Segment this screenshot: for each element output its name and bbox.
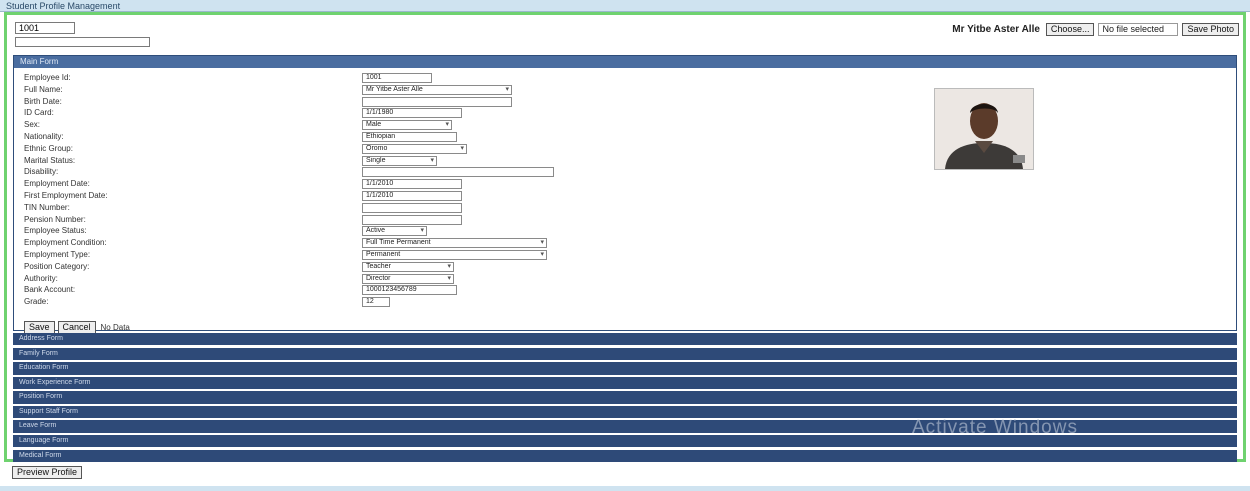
preview-profile-button[interactable]: Preview Profile [12,466,83,479]
field-label: Employee Status: [24,226,87,236]
field-select[interactable]: Teacher [362,261,454,272]
form-row: Birth Date: [24,96,584,108]
main-form-panel: Main Form Employee Id: 1001 Full Name: Mr Y… [13,55,1237,334]
field-input[interactable]: 12 [362,297,390,308]
field-label: Grade: [24,297,49,307]
taskbar-strip [0,486,1250,491]
section-header[interactable]: Medical Form [13,449,1237,463]
collapsed-sections: Address Form Family Form Education Form Wor… [13,333,1237,464]
field-input[interactable]: 1/1/1980 [362,108,462,119]
form-row: ID Card: 1/1/1980 [24,107,584,119]
field-select[interactable]: Active [362,226,427,237]
form-row: TIN Number: [24,202,584,214]
form-row: Disability: [24,166,584,178]
top-toolbar: Mr Yitbe Aster Alle Choose... No file se… [7,15,1243,47]
form-row: Nationality: Ethiopian [24,131,584,143]
field-select[interactable]: Oromo [362,143,467,154]
form-rows: Employee Id: 1001 Full Name: Mr Yitbe Aster… [24,72,584,308]
field-label: Position Category: [24,261,90,271]
field-select[interactable]: Male [362,120,452,131]
form-row: Grade: 12 [24,296,584,308]
app-frame: Mr Yitbe Aster Alle Choose... No file se… [4,12,1246,464]
field-input[interactable] [362,167,554,178]
form-row: Employee Status: Active [24,225,584,237]
field-input[interactable]: 1/1/2010 [362,190,462,201]
field-select[interactable]: Full Time Permanent [362,238,547,249]
status-note: No Data [100,323,130,332]
employee-search-input[interactable] [15,37,150,47]
field-input[interactable] [362,214,462,225]
form-row: Bank Account: 1000123456789 [24,284,584,296]
form-row: Sex: Male [24,119,584,131]
field-input[interactable]: Ethiopian [362,131,457,142]
field-label: Employment Condition: [24,238,107,248]
window-titlebar: Student Profile Management [0,0,1250,12]
field-label: Marital Status: [24,155,76,165]
field-label: Ethnic Group: [24,143,73,153]
form-row: First Employment Date: 1/1/2010 [24,190,584,202]
form-row: Ethnic Group: Oromo [24,143,584,155]
activate-windows-watermark: Activate Windows [912,417,1078,438]
field-select[interactable]: Director [362,273,454,284]
field-input[interactable] [362,202,462,213]
form-row: Authority: Director [24,273,584,285]
field-label: Authority: [24,273,58,283]
section-header[interactable]: Education Form [13,362,1237,375]
field-label: Bank Account: [24,285,76,295]
form-row: Employee Id: 1001 [24,72,584,84]
field-label: Sex: [24,120,41,130]
field-input[interactable]: 1000123456789 [362,285,457,296]
field-label: Nationality: [24,131,64,141]
field-label: TIN Number: [24,202,70,212]
field-label: ID Card: [24,108,54,118]
file-status-text: No file selected [1098,22,1179,36]
field-label: Employment Type: [24,249,91,259]
choose-file-button[interactable]: Choose... [1045,22,1095,36]
form-row: Employment Type: Permanent [24,249,584,261]
field-select[interactable]: Mr Yitbe Aster Alle [362,84,512,95]
employee-photo [934,88,1034,170]
form-row: Full Name: Mr Yitbe Aster Alle [24,84,584,96]
section-header[interactable]: Family Form [13,347,1237,360]
form-row: Employment Date: 1/1/2010 [24,178,584,190]
form-row: Pension Number: [24,214,584,226]
section-header[interactable]: Work Experience Form [13,376,1237,390]
field-label: First Employment Date: [24,190,108,200]
person-photo-icon [935,89,1033,169]
field-input[interactable]: 1001 [362,73,432,83]
current-user-name: Mr Yitbe Aster Alle [952,23,1040,35]
field-input[interactable] [362,96,512,107]
employee-id-input[interactable] [15,22,75,34]
field-label: Employee Id: [24,73,71,82]
field-label: Pension Number: [24,214,86,224]
form-row: Employment Condition: Full Time Permanent [24,237,584,249]
section-header[interactable]: Position Form [13,391,1237,404]
save-photo-button[interactable]: Save Photo [1182,22,1239,36]
form-row: Position Category: Teacher [24,261,584,273]
form-row: Marital Status: Single [24,155,584,167]
field-label: Full Name: [24,84,63,94]
main-form-header[interactable]: Main Form [14,56,1236,68]
field-select[interactable]: Permanent [362,249,547,260]
field-label: Employment Date: [24,179,90,189]
photo-upload: Mr Yitbe Aster Alle Choose... No file se… [952,22,1239,36]
field-label: Birth Date: [24,96,62,106]
field-label: Disability: [24,167,59,177]
field-select[interactable]: Single [362,155,437,166]
section-header[interactable]: Address Form [13,333,1237,346]
field-input[interactable]: 1/1/2010 [362,179,462,190]
